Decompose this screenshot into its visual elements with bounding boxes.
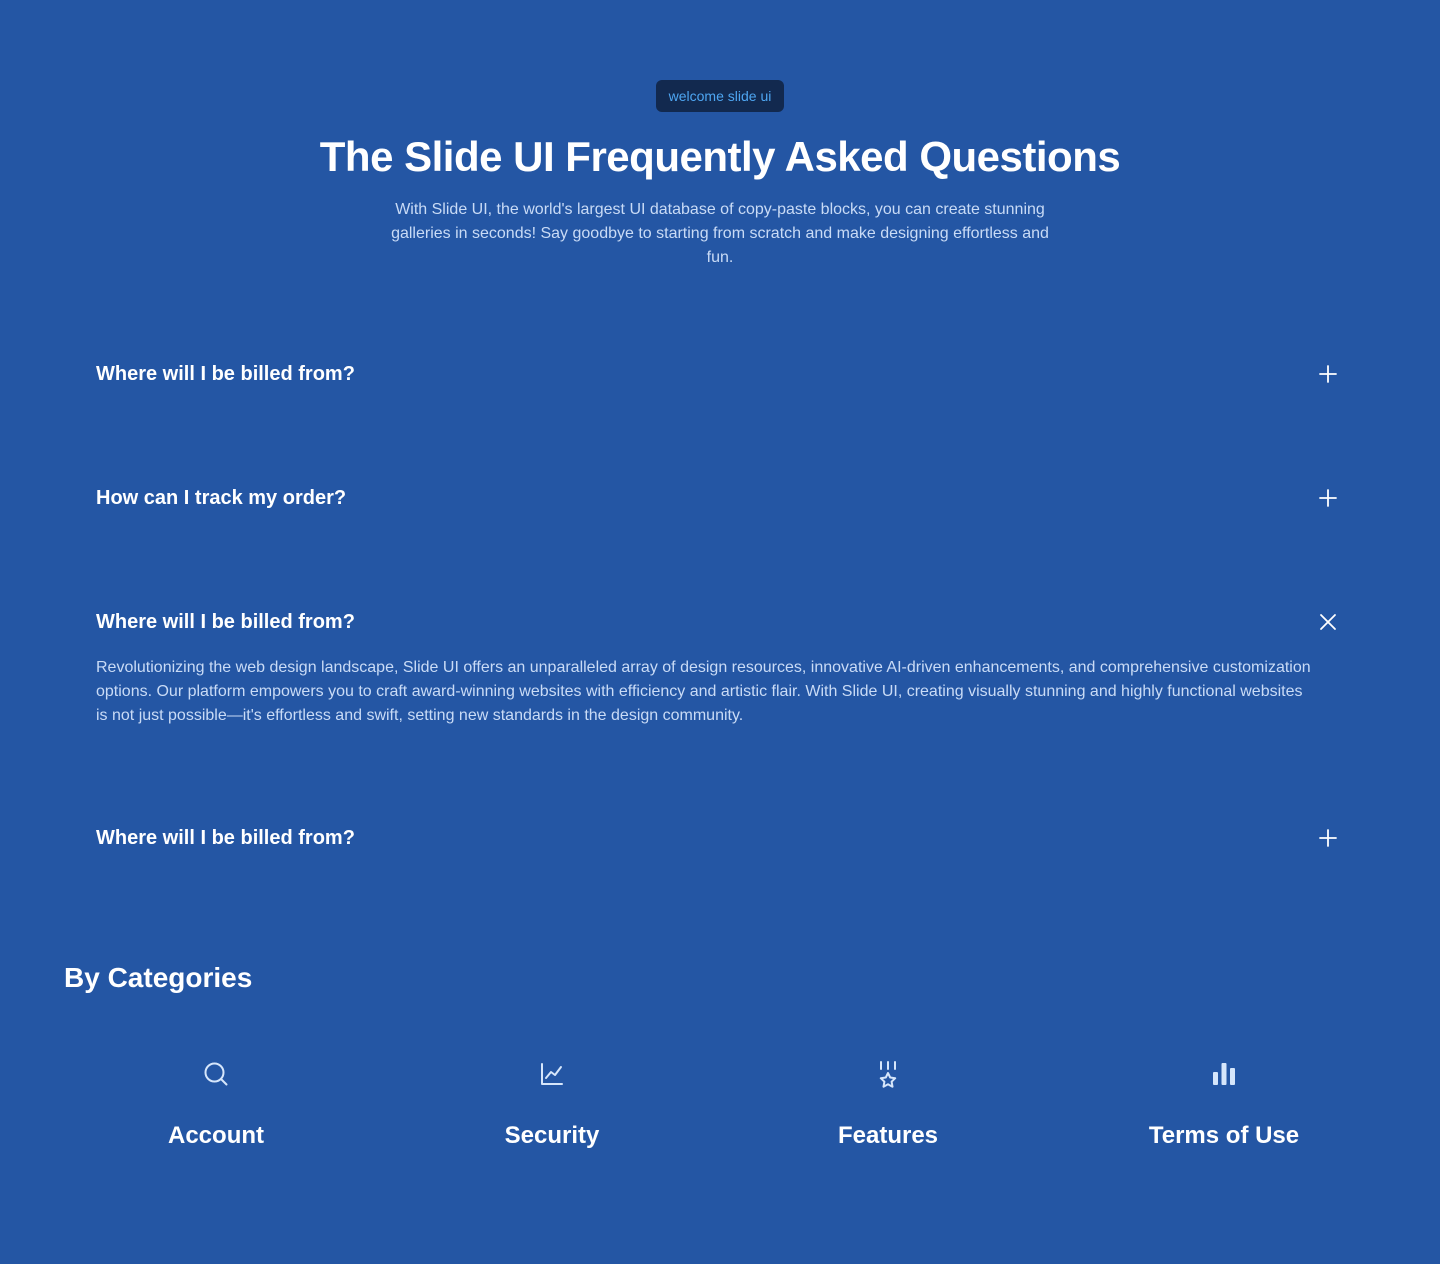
plus-icon[interactable] [1316, 826, 1340, 850]
faq-item: How can I track my order? [96, 474, 1344, 522]
faq-question: Where will I be billed from? [96, 362, 355, 385]
close-icon[interactable] [1316, 610, 1340, 634]
faq-answer: Revolutionizing the web design landscape… [96, 659, 1311, 724]
faq-question-row[interactable]: Where will I be billed from? [96, 350, 1344, 398]
category-label: Account [168, 1122, 264, 1149]
faq-item: Where will I be billed from? [96, 814, 1344, 862]
faq-question-row[interactable]: How can I track my order? [96, 474, 1344, 522]
faq-page: welcome slide ui The Slide UI Frequently… [0, 0, 1440, 1264]
faq-question-row[interactable]: Where will I be billed from? [96, 814, 1344, 862]
categories-title: By Categories [64, 962, 253, 993]
page-title: The Slide UI Frequently Asked Questions [319, 133, 1121, 180]
category-security[interactable]: Security [384, 1050, 720, 1152]
faq-item-expanded: Where will I be billed from? Revolutioni… [96, 598, 1344, 728]
plus-icon[interactable] [1316, 486, 1340, 510]
category-label: Security [504, 1122, 600, 1149]
faq-item: Where will I be billed from? [96, 350, 1344, 398]
faq-question-row[interactable]: Where will I be billed from? [96, 598, 1344, 646]
category-label: Features [837, 1122, 939, 1149]
categories-grid: Account Security Features Terms of Use [48, 1050, 1392, 1152]
hero-section: welcome slide ui The Slide UI Frequently… [0, 0, 1440, 270]
faq-question: Where will I be billed from? [96, 826, 355, 849]
line-chart-icon [528, 1050, 576, 1098]
plus-icon[interactable] [1316, 362, 1340, 386]
faq-list: Where will I be billed from? How can I t… [96, 350, 1344, 862]
search-icon [192, 1050, 240, 1098]
award-icon [864, 1050, 912, 1098]
faq-question: How can I track my order? [96, 486, 347, 509]
category-account[interactable]: Account [48, 1050, 384, 1152]
category-terms-of-use[interactable]: Terms of Use [1056, 1050, 1392, 1152]
faq-question: Where will I be billed from? [96, 610, 355, 633]
category-label: Terms of Use [1148, 1122, 1300, 1149]
page-subtitle: With Slide UI, the world's largest UI da… [391, 201, 1049, 266]
bar-chart-icon [1200, 1050, 1248, 1098]
category-features[interactable]: Features [720, 1050, 1056, 1152]
welcome-badge: welcome slide ui [655, 80, 785, 112]
